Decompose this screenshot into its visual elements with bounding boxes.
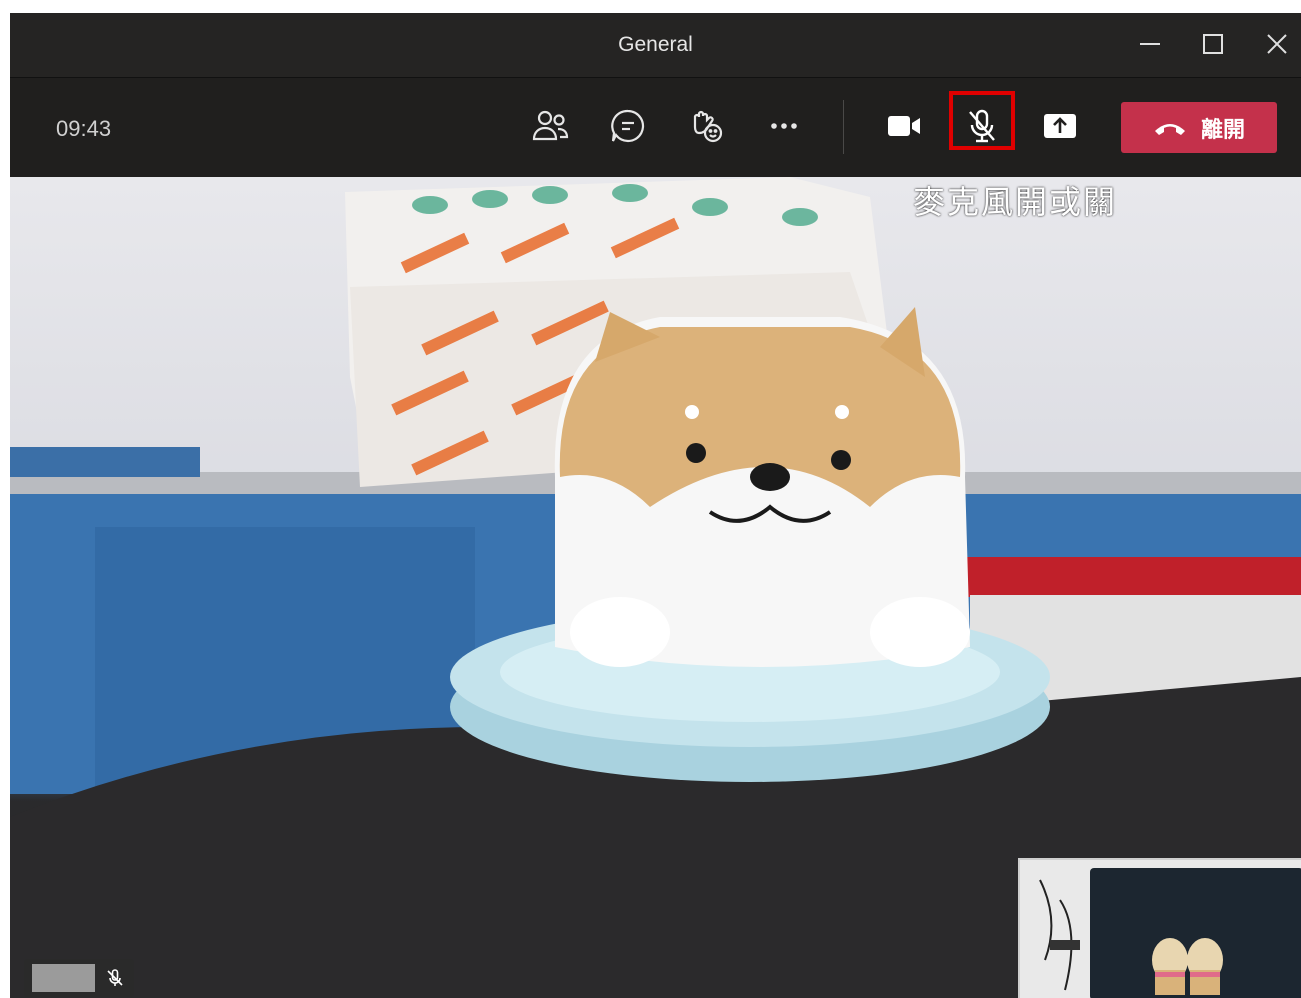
mic-annotation-label: 麥克風開或關 — [913, 183, 1118, 221]
phone-hangup-icon — [1154, 123, 1185, 135]
main-video-feed: 麥克風開或關 — [10, 177, 1301, 998]
toolbar-separator — [843, 100, 844, 154]
chat-icon[interactable] — [606, 104, 650, 148]
share-screen-icon[interactable] — [1038, 104, 1082, 148]
leave-button[interactable]: 離開 — [1121, 102, 1277, 153]
camera-icon[interactable] — [882, 104, 926, 148]
participant-name-placeholder — [32, 964, 95, 992]
self-video-preview[interactable] — [1018, 858, 1301, 998]
maximize-icon[interactable] — [1200, 31, 1226, 57]
call-timer: 09:43 — [56, 116, 112, 141]
raise-hand-reactions-icon[interactable] — [684, 104, 728, 148]
meeting-window: General 09:43 離開 麥克風開或關 — [10, 13, 1301, 998]
minimize-icon[interactable] — [1137, 31, 1163, 57]
call-toolbar: 09:43 離開 — [10, 78, 1301, 177]
leave-button-label: 離開 — [1200, 116, 1245, 142]
microphone-muted-icon — [104, 967, 126, 989]
participant-badge — [24, 959, 134, 997]
close-icon[interactable] — [1264, 31, 1290, 57]
more-options-icon[interactable] — [762, 104, 806, 148]
mic-highlight-box — [949, 91, 1015, 150]
participants-icon[interactable] — [528, 104, 572, 148]
title-bar: General — [10, 13, 1301, 78]
window-title: General — [618, 33, 693, 56]
self-preview-scene — [1039, 879, 1223, 995]
